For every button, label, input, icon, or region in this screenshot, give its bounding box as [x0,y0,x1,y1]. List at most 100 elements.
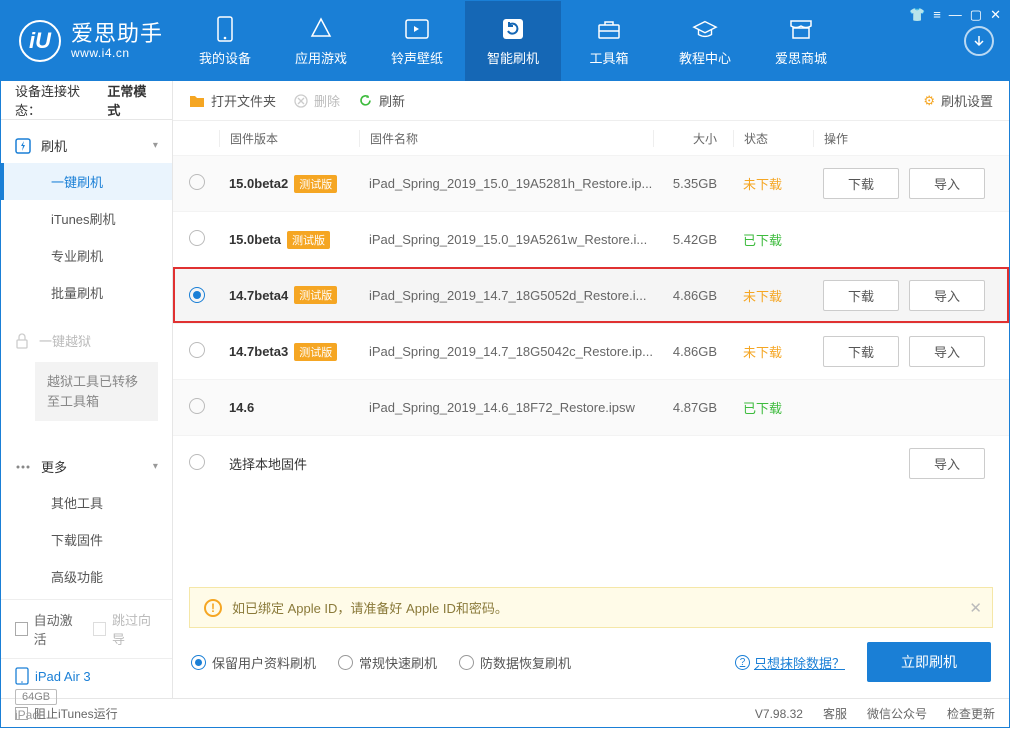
table-row[interactable]: 14.7beta4 测试版 iPad_Spring_2019_14.7_18G505… [173,267,1009,323]
col-ops: 操作 [813,130,993,147]
firmware-filename: iPad_Spring_2019_14.6_18F72_Restore.ipsw [359,400,653,415]
option-keep-data[interactable]: 保留用户资料刷机 [191,653,316,672]
row-radio[interactable] [189,398,205,414]
firmware-status: 已下载 [733,398,813,417]
row-radio[interactable] [189,287,205,303]
notice-close-button[interactable]: ✕ [969,599,982,617]
graduation-icon [692,16,718,42]
content-area: 打开文件夹 删除 刷新 ⚙ 刷机设置 固件版本 固件名称 大小 状态 [173,81,1009,698]
col-status: 状态 [733,130,813,147]
import-button[interactable]: 导入 [909,280,985,311]
connection-status: 设备连接状态： 正常模式 [1,81,172,120]
picture-icon [404,16,430,42]
chevron-down-icon: ▾ [153,140,158,151]
firmware-status: 未下载 [733,174,813,193]
firmware-filename: iPad_Spring_2019_14.7_18G5052d_Restore.i… [359,288,653,303]
flash-section-icon [15,138,31,154]
check-update-link[interactable]: 检查更新 [947,705,995,722]
table-row[interactable]: 15.0beta2测试版iPad_Spring_2019_15.0_19A528… [173,155,1009,211]
beta-badge: 测试版 [287,231,330,249]
import-button[interactable]: 导入 [909,336,985,367]
help-icon: ? [735,655,750,670]
top-nav: 我的设备 应用游戏 铃声壁纸 智能刷机 工具箱 教程中心 爱思商城 [177,1,949,81]
row-radio[interactable] [189,342,205,358]
sidebar-item-download-firmware[interactable]: 下载固件 [1,521,172,558]
folder-icon [189,94,205,108]
local-firmware-row: 选择本地固件 导入 [173,435,1009,491]
sidebar-item-other-tools[interactable]: 其他工具 [1,484,172,521]
nav-ringtones[interactable]: 铃声壁纸 [369,1,465,81]
table-row[interactable]: 14.7beta3测试版iPad_Spring_2019_14.7_18G504… [173,323,1009,379]
nav-tutorials[interactable]: 教程中心 [657,1,753,81]
firmware-status: 已下载 [733,230,813,249]
apple-id-notice: ! 如已绑定 Apple ID，请准备好 Apple ID和密码。 ✕ [189,587,993,628]
beta-badge: 测试版 [294,286,337,304]
nav-flash[interactable]: 智能刷机 [465,1,561,81]
download-button[interactable]: 下载 [823,336,899,367]
store-icon [788,16,814,42]
jailbreak-moved-note: 越狱工具已转移至工具箱 [35,362,158,421]
logo-icon: iU [19,20,61,62]
refresh-icon [358,93,373,108]
flash-now-button[interactable]: 立即刷机 [867,642,991,682]
flash-settings-button[interactable]: ⚙ 刷机设置 [923,91,993,110]
import-local-button[interactable]: 导入 [909,448,985,479]
beta-badge: 测试版 [294,175,337,193]
sidebar-item-advanced[interactable]: 高级功能 [1,558,172,595]
sidebar-item-oneclick-flash[interactable]: 一键刷机 [1,163,172,200]
firmware-filename: iPad_Spring_2019_15.0_19A5261w_Restore.i… [359,232,653,247]
refresh-button[interactable]: 刷新 [358,91,405,110]
customer-service-link[interactable]: 客服 [823,705,847,722]
win-shirt-icon[interactable]: 👕 [909,7,925,23]
firmware-status: 未下载 [733,286,813,305]
row-radio[interactable] [189,230,205,246]
lock-icon [15,333,29,349]
phone-icon [212,16,238,42]
sidebar: 设备连接状态： 正常模式 刷机 ▾ 一键刷机 iTunes刷机 专业刷机 批量刷… [1,81,173,698]
sidebar-item-pro-flash[interactable]: 专业刷机 [1,237,172,274]
app-name-en: www.i4.cn [71,47,163,60]
table-row[interactable]: 14.6iPad_Spring_2019_14.6_18F72_Restore.… [173,379,1009,435]
erase-only-link[interactable]: ?只想抹除数据？ [735,653,845,672]
sidebar-section-flash[interactable]: 刷机 ▾ [1,128,172,163]
sidebar-section-more[interactable]: 更多 ▾ [1,449,172,484]
firmware-version: 15.0beta2 [229,176,288,191]
firmware-size: 5.35GB [653,176,733,191]
delete-icon [294,94,308,108]
refresh-icon [500,16,526,42]
nav-apps[interactable]: 应用游戏 [273,1,369,81]
open-folder-button[interactable]: 打开文件夹 [189,91,276,110]
win-maximize-icon[interactable]: ▢ [970,7,982,23]
sidebar-item-itunes-flash[interactable]: iTunes刷机 [1,200,172,237]
window-controls: 👕 ≡ — ▢ ✕ [909,7,1001,23]
skip-guide-checkbox[interactable]: 跳过向导 [93,610,157,648]
sidebar-item-batch-flash[interactable]: 批量刷机 [1,274,172,311]
nav-store[interactable]: 爱思商城 [753,1,849,81]
win-menu-icon[interactable]: ≡ [933,7,941,23]
option-anti-recovery[interactable]: 防数据恢复刷机 [459,653,571,672]
download-button[interactable]: 下载 [823,168,899,199]
flash-options-row: 保留用户资料刷机 常规快速刷机 防数据恢复刷机 ?只想抹除数据？ 立即刷机 [173,628,1009,698]
download-button[interactable]: 下载 [823,280,899,311]
firmware-version: 14.7beta4 [229,288,288,303]
firmware-filename: iPad_Spring_2019_14.7_18G5042c_Restore.i… [359,344,653,359]
nav-toolbox[interactable]: 工具箱 [561,1,657,81]
download-circle-icon [964,26,994,56]
win-close-icon[interactable]: ✕ [990,7,1001,23]
auto-activate-checkbox[interactable]: 自动激活 [15,610,79,648]
block-itunes-checkbox[interactable]: 阻止iTunes运行 [15,705,118,722]
beta-badge: 测试版 [294,343,337,361]
firmware-size: 5.42GB [653,232,733,247]
firmware-version: 15.0beta [229,232,281,247]
wechat-link[interactable]: 微信公众号 [867,705,927,722]
option-quick[interactable]: 常规快速刷机 [338,653,437,672]
table-row[interactable]: 15.0beta 测试版 iPad_Spring_2019_15.0_19A5261… [173,211,1009,267]
firmware-status: 未下载 [733,342,813,361]
nav-my-device[interactable]: 我的设备 [177,1,273,81]
row-radio[interactable] [189,174,205,190]
import-button[interactable]: 导入 [909,168,985,199]
select-local-radio[interactable] [189,454,205,470]
delete-button[interactable]: 删除 [294,91,340,110]
table-header: 固件版本 固件名称 大小 状态 操作 [173,121,1009,155]
win-minimize-icon[interactable]: — [949,7,962,23]
